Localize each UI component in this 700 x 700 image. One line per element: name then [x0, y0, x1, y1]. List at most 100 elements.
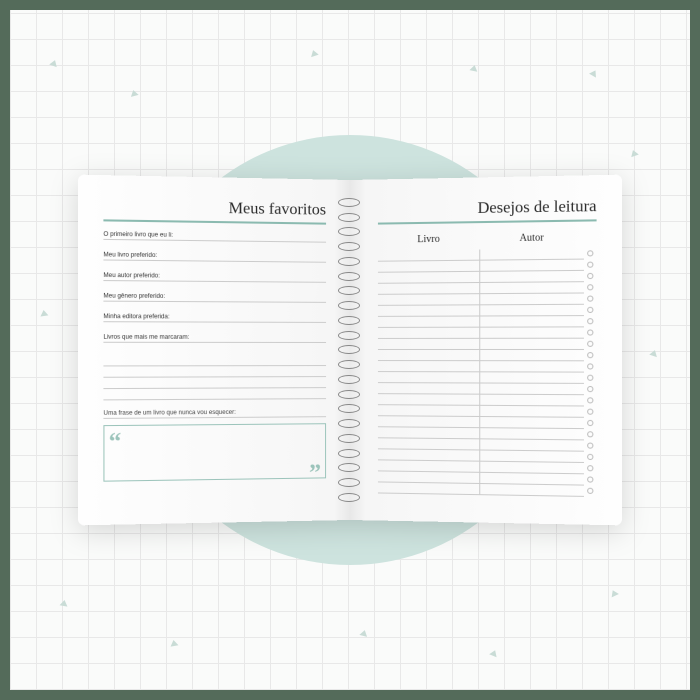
checkbox-cell: [584, 375, 597, 381]
checkbox-cell: [584, 409, 597, 415]
decor-triangle: [309, 49, 318, 57]
spiral-ring: [338, 331, 360, 340]
column-header-author: Autor: [480, 231, 584, 247]
author-cell: [479, 304, 584, 316]
checkbox-circle: [587, 465, 593, 471]
decor-triangle: [40, 309, 49, 316]
author-cell: [479, 259, 584, 271]
checkbox-circle: [587, 284, 593, 290]
book-cell: [378, 260, 479, 272]
checkbox-cell: [584, 307, 597, 313]
column-header-book: Livro: [378, 233, 480, 248]
table-row: [378, 482, 597, 497]
spiral-ring: [338, 213, 360, 222]
checkbox-cell: [584, 273, 597, 279]
author-cell: [479, 293, 584, 305]
spiral-ring: [338, 493, 360, 502]
checkbox-cell: [584, 262, 597, 268]
checkbox-circle: [587, 454, 593, 460]
checkbox-circle: [587, 295, 593, 301]
checkbox-cell: [584, 386, 597, 392]
spiral-ring: [338, 434, 360, 443]
quote-box: “ ”: [103, 423, 326, 481]
checkbox-cell: [584, 284, 597, 290]
table-row: [378, 316, 597, 328]
spiral-ring: [338, 375, 360, 384]
author-cell: [479, 270, 584, 282]
author-cell: [479, 316, 584, 328]
table-row: [378, 338, 597, 349]
book-cell: [378, 327, 479, 338]
checkbox-circle: [587, 250, 593, 256]
spiral-binding: [338, 195, 362, 505]
checkbox-cell: [584, 431, 597, 437]
author-cell: [479, 372, 584, 384]
book-cell: [378, 405, 479, 417]
checkbox-circle: [587, 409, 593, 415]
book-cell: [378, 383, 479, 395]
checkbox-circle: [587, 341, 593, 347]
author-cell: [479, 327, 584, 338]
prompt-line: Meu autor preferido:: [103, 272, 326, 282]
prompt-line: Meu livro preferido:: [103, 252, 326, 263]
spiral-ring: [338, 198, 360, 207]
decor-triangle: [649, 349, 658, 357]
checkbox-cell: [584, 329, 597, 335]
table-row: [378, 304, 597, 316]
checkbox-circle: [587, 420, 593, 426]
author-cell: [479, 282, 584, 294]
checkbox-circle: [587, 476, 593, 482]
right-page-title: Desejos de leitura: [378, 198, 597, 220]
title-underline: [378, 219, 597, 224]
spiral-ring: [338, 478, 360, 487]
prompt-line: Minha editora preferida:: [103, 313, 326, 322]
book-cell: [378, 372, 479, 383]
open-planner: Meus favoritos O primeiro livro que eu l…: [85, 180, 615, 520]
author-cell: [479, 338, 584, 349]
decor-triangle: [489, 649, 499, 658]
spiral-ring: [338, 242, 360, 251]
spiral-ring: [338, 449, 360, 458]
checkbox-cell: [584, 476, 597, 482]
prompt-line: Meu gênero preferido:: [103, 293, 326, 302]
checkbox-cell: [584, 363, 597, 369]
blank-line: [103, 355, 326, 366]
decor-triangle: [129, 89, 138, 97]
book-cell: [378, 316, 479, 327]
book-cell: [378, 305, 479, 317]
checkbox-cell: [584, 442, 597, 448]
spiral-ring: [338, 419, 360, 428]
prompt-line: Livros que mais me marcaram:: [103, 334, 326, 342]
decor-triangle: [469, 64, 478, 72]
checkbox-circle: [587, 352, 593, 358]
checkbox-circle: [587, 363, 593, 369]
checkbox-circle: [587, 431, 593, 437]
spiral-ring: [338, 390, 360, 399]
table-header: Livro Autor: [378, 231, 597, 248]
decor-triangle: [49, 59, 59, 67]
book-cell: [378, 349, 479, 360]
quote-prompt: Uma frase de um livro que nunca vou esqu…: [103, 409, 326, 419]
spiral-ring: [338, 404, 360, 413]
author-cell: [479, 394, 584, 406]
author-cell: [479, 361, 584, 372]
author-cell: [479, 416, 584, 428]
title-underline: [103, 219, 326, 224]
checkbox-cell: [584, 318, 597, 324]
checkbox-circle: [587, 318, 593, 324]
spiral-ring: [338, 345, 360, 354]
checkbox-circle: [587, 273, 593, 279]
product-image: Meus favoritos O primeiro livro que eu l…: [10, 10, 690, 690]
decor-triangle: [589, 68, 599, 77]
spiral-ring: [338, 463, 360, 472]
table-row: [378, 349, 597, 360]
spiral-ring: [338, 301, 360, 310]
decor-triangle: [170, 639, 179, 646]
wishlist-rows: [378, 248, 597, 497]
checkbox-circle: [587, 442, 593, 448]
book-cell: [378, 416, 479, 428]
book-cell: [378, 361, 479, 372]
checkbox-cell: [584, 465, 597, 471]
spiral-ring: [338, 272, 360, 281]
book-cell: [378, 338, 479, 349]
